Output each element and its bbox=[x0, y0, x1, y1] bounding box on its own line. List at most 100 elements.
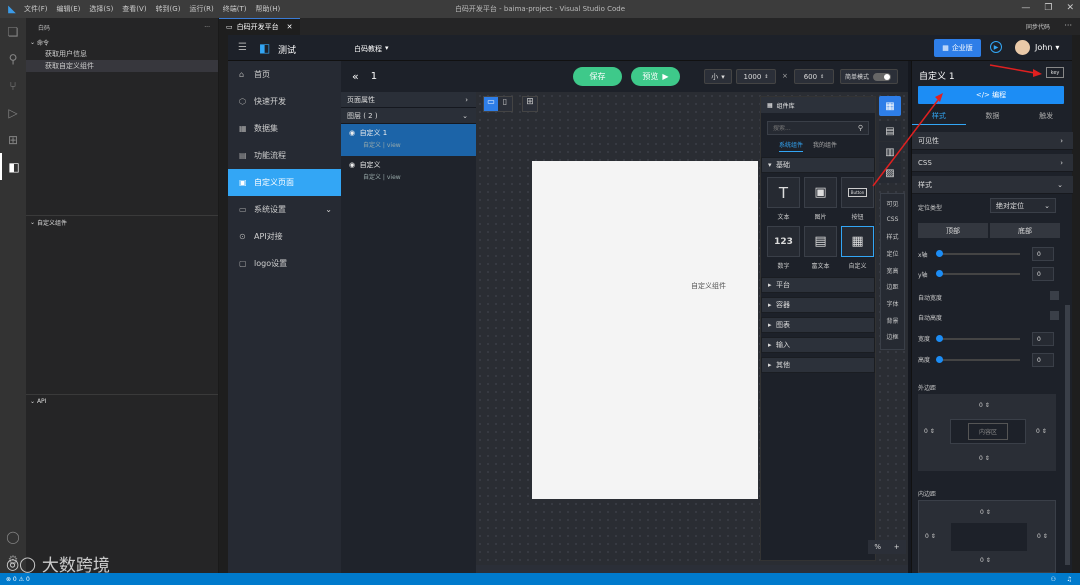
size-select[interactable]: 小 ▾ bbox=[704, 69, 732, 84]
auto-height-checkbox[interactable] bbox=[1050, 311, 1059, 320]
y-slider[interactable] bbox=[936, 270, 1020, 277]
section-css[interactable]: CSS › bbox=[912, 154, 1073, 172]
minimize-icon[interactable]: — bbox=[1021, 3, 1030, 13]
close-icon[interactable]: ✕ bbox=[1066, 3, 1074, 13]
component-search[interactable]: ⚲ bbox=[767, 121, 869, 135]
section-custom-components[interactable]: ⌄ 自定义组件 bbox=[26, 216, 218, 228]
nav-dataset[interactable]: ▦ 数据集 bbox=[228, 115, 341, 142]
page-width-input[interactable]: 1000 ⇕ bbox=[736, 69, 776, 84]
baima-extension-icon[interactable]: ◧ bbox=[0, 153, 26, 180]
sync-code[interactable]: 同步代码 bbox=[1026, 22, 1050, 31]
y-slider-knob[interactable] bbox=[936, 270, 943, 277]
more-actions-icon[interactable]: ··· bbox=[204, 24, 210, 31]
margin-left-value[interactable]: 0 ⇕ bbox=[924, 428, 935, 435]
nav-api[interactable]: ⊙ API对接 bbox=[228, 223, 341, 250]
tab-data[interactable]: 数据 bbox=[966, 111, 1020, 125]
collapse-icon[interactable]: « bbox=[352, 70, 359, 83]
quick-font[interactable]: 字体 bbox=[886, 299, 898, 316]
quick-margin[interactable]: 边距 bbox=[886, 282, 898, 299]
height-slider-knob[interactable] bbox=[936, 356, 943, 363]
section-style[interactable]: 样式 ⌄ bbox=[912, 176, 1073, 194]
save-button[interactable]: 保存 bbox=[573, 67, 622, 86]
nav-system-settings[interactable]: ▭ 系统设置 ⌄ bbox=[228, 196, 341, 223]
menu-toggle-icon[interactable]: ☰ bbox=[238, 42, 247, 53]
problems-count[interactable]: ⊗ 0 ⚠ 0 bbox=[6, 576, 30, 583]
extensions-icon[interactable]: ⊞ bbox=[0, 126, 26, 153]
section-visibility[interactable]: 可见性 › bbox=[912, 132, 1073, 150]
margin-bottom-value[interactable]: 0 ⇕ bbox=[979, 455, 990, 462]
tab-system-components[interactable]: 系统组件 bbox=[779, 140, 804, 152]
category-other[interactable]: ▸ 其他 bbox=[761, 357, 875, 373]
key-button[interactable]: key bbox=[1046, 67, 1064, 78]
explorer-icon[interactable]: ❏ bbox=[0, 18, 26, 45]
layer-item[interactable]: ◉ 自定义 1 自定义 | view bbox=[341, 124, 476, 156]
props-scrollbar[interactable] bbox=[1065, 305, 1070, 565]
quick-border[interactable]: 边框 bbox=[886, 332, 898, 349]
quick-css[interactable]: CSS bbox=[887, 216, 899, 233]
position-type-select[interactable]: 绝对定位 ⌄ bbox=[990, 198, 1056, 213]
padding-top-value[interactable]: 0 ⇕ bbox=[980, 509, 991, 516]
padding-left-value[interactable]: 0 ⇕ bbox=[925, 533, 936, 540]
tab-trigger[interactable]: 触发 bbox=[1019, 111, 1073, 125]
custom-component-placeholder[interactable]: 自定义组件 bbox=[691, 281, 726, 291]
x-slider-knob[interactable] bbox=[936, 250, 943, 257]
padding-right-value[interactable]: 0 ⇕ bbox=[1037, 533, 1048, 540]
code-button[interactable]: </> 编程 bbox=[918, 86, 1064, 104]
bell-icon[interactable]: ♫ bbox=[1067, 576, 1072, 583]
component-library-icon[interactable]: ▦ bbox=[879, 96, 901, 116]
section-api[interactable]: ⌄ API bbox=[26, 395, 218, 407]
nav-workflow[interactable]: ▤ 功能流程 bbox=[228, 142, 341, 169]
clipboard-icon[interactable]: ▤ bbox=[879, 121, 901, 141]
grid-icon[interactable]: ⊞ bbox=[522, 96, 538, 112]
desktop-icon[interactable]: ▭ bbox=[484, 97, 498, 111]
width-slider-knob[interactable] bbox=[936, 335, 943, 342]
play-circle-icon[interactable]: ▶ bbox=[990, 41, 1002, 53]
toggle-switch[interactable] bbox=[873, 72, 892, 81]
zoom-in-icon[interactable]: + bbox=[894, 543, 900, 551]
component-button[interactable]: Button 按钮 bbox=[841, 177, 874, 224]
mobile-icon[interactable]: ▯ bbox=[498, 97, 512, 111]
component-text[interactable]: T 文本 bbox=[767, 177, 800, 224]
page-height-input[interactable]: 600 ⇕ bbox=[794, 69, 834, 84]
top-button[interactable]: 顶部 bbox=[918, 223, 988, 238]
height-slider[interactable] bbox=[936, 356, 1020, 363]
run-debug-icon[interactable]: ▷ bbox=[0, 99, 26, 126]
padding-bottom-value[interactable]: 0 ⇕ bbox=[980, 557, 991, 564]
search-icon[interactable]: ⚲ bbox=[858, 124, 863, 132]
category-input[interactable]: ▸ 输入 bbox=[761, 337, 875, 353]
x-slider[interactable] bbox=[936, 250, 1020, 257]
margin-top-value[interactable]: 0 ⇕ bbox=[979, 402, 990, 409]
remote-icon[interactable]: ⚇ bbox=[1051, 576, 1056, 583]
component-image[interactable]: ▣ 图片 bbox=[804, 177, 837, 224]
width-slider[interactable] bbox=[936, 335, 1020, 342]
avatar[interactable] bbox=[1015, 40, 1030, 55]
tab-style[interactable]: 样式 bbox=[912, 111, 966, 125]
nav-custom-page[interactable]: ▣ 自定义页面 bbox=[228, 169, 341, 196]
layer-item[interactable]: ◉ 自定义 自定义 | view bbox=[341, 156, 476, 188]
auto-width-checkbox[interactable] bbox=[1050, 291, 1059, 300]
tutorial-dropdown[interactable]: 白码教程 ▾ bbox=[354, 44, 389, 54]
canvas-page[interactable]: 自定义组件 bbox=[532, 161, 758, 499]
quick-style[interactable]: 样式 bbox=[886, 232, 898, 249]
image-gallery-icon[interactable]: ▨ bbox=[879, 163, 901, 183]
command-get-custom-component[interactable]: 获取自定义组件 bbox=[26, 60, 218, 72]
category-basic[interactable]: ▾ 基础 bbox=[761, 157, 875, 173]
tab-my-components[interactable]: 我的组件 bbox=[813, 140, 837, 152]
tab-baima-platform[interactable]: ▭ 白码开发平台 ✕ bbox=[219, 18, 300, 35]
search-icon[interactable]: ⚲ bbox=[0, 45, 26, 72]
more-actions-icon[interactable]: ··· bbox=[1064, 21, 1072, 30]
component-custom[interactable]: ▦ 自定义 bbox=[841, 226, 874, 273]
eye-icon[interactable]: ◉ bbox=[349, 161, 355, 169]
quick-background[interactable]: 背景 bbox=[886, 316, 898, 333]
component-rich-text[interactable]: ▤ 富文本 bbox=[804, 226, 837, 273]
component-search-input[interactable] bbox=[773, 124, 843, 132]
enterprise-button[interactable]: ▦ 企业版 bbox=[934, 39, 981, 57]
height-input[interactable]: 0 bbox=[1032, 353, 1054, 367]
width-input[interactable]: 0 bbox=[1032, 332, 1054, 346]
quick-visible[interactable]: 可见 bbox=[886, 199, 898, 216]
layer-group-header[interactable]: 图层 ( 2 ) ⌄ bbox=[341, 108, 476, 124]
canvas-scrollbar[interactable] bbox=[476, 565, 908, 573]
quick-position[interactable]: 定位 bbox=[886, 249, 898, 266]
source-control-icon[interactable]: ⑂ bbox=[0, 72, 26, 99]
page-props-header[interactable]: 页面属性 › bbox=[341, 92, 476, 108]
